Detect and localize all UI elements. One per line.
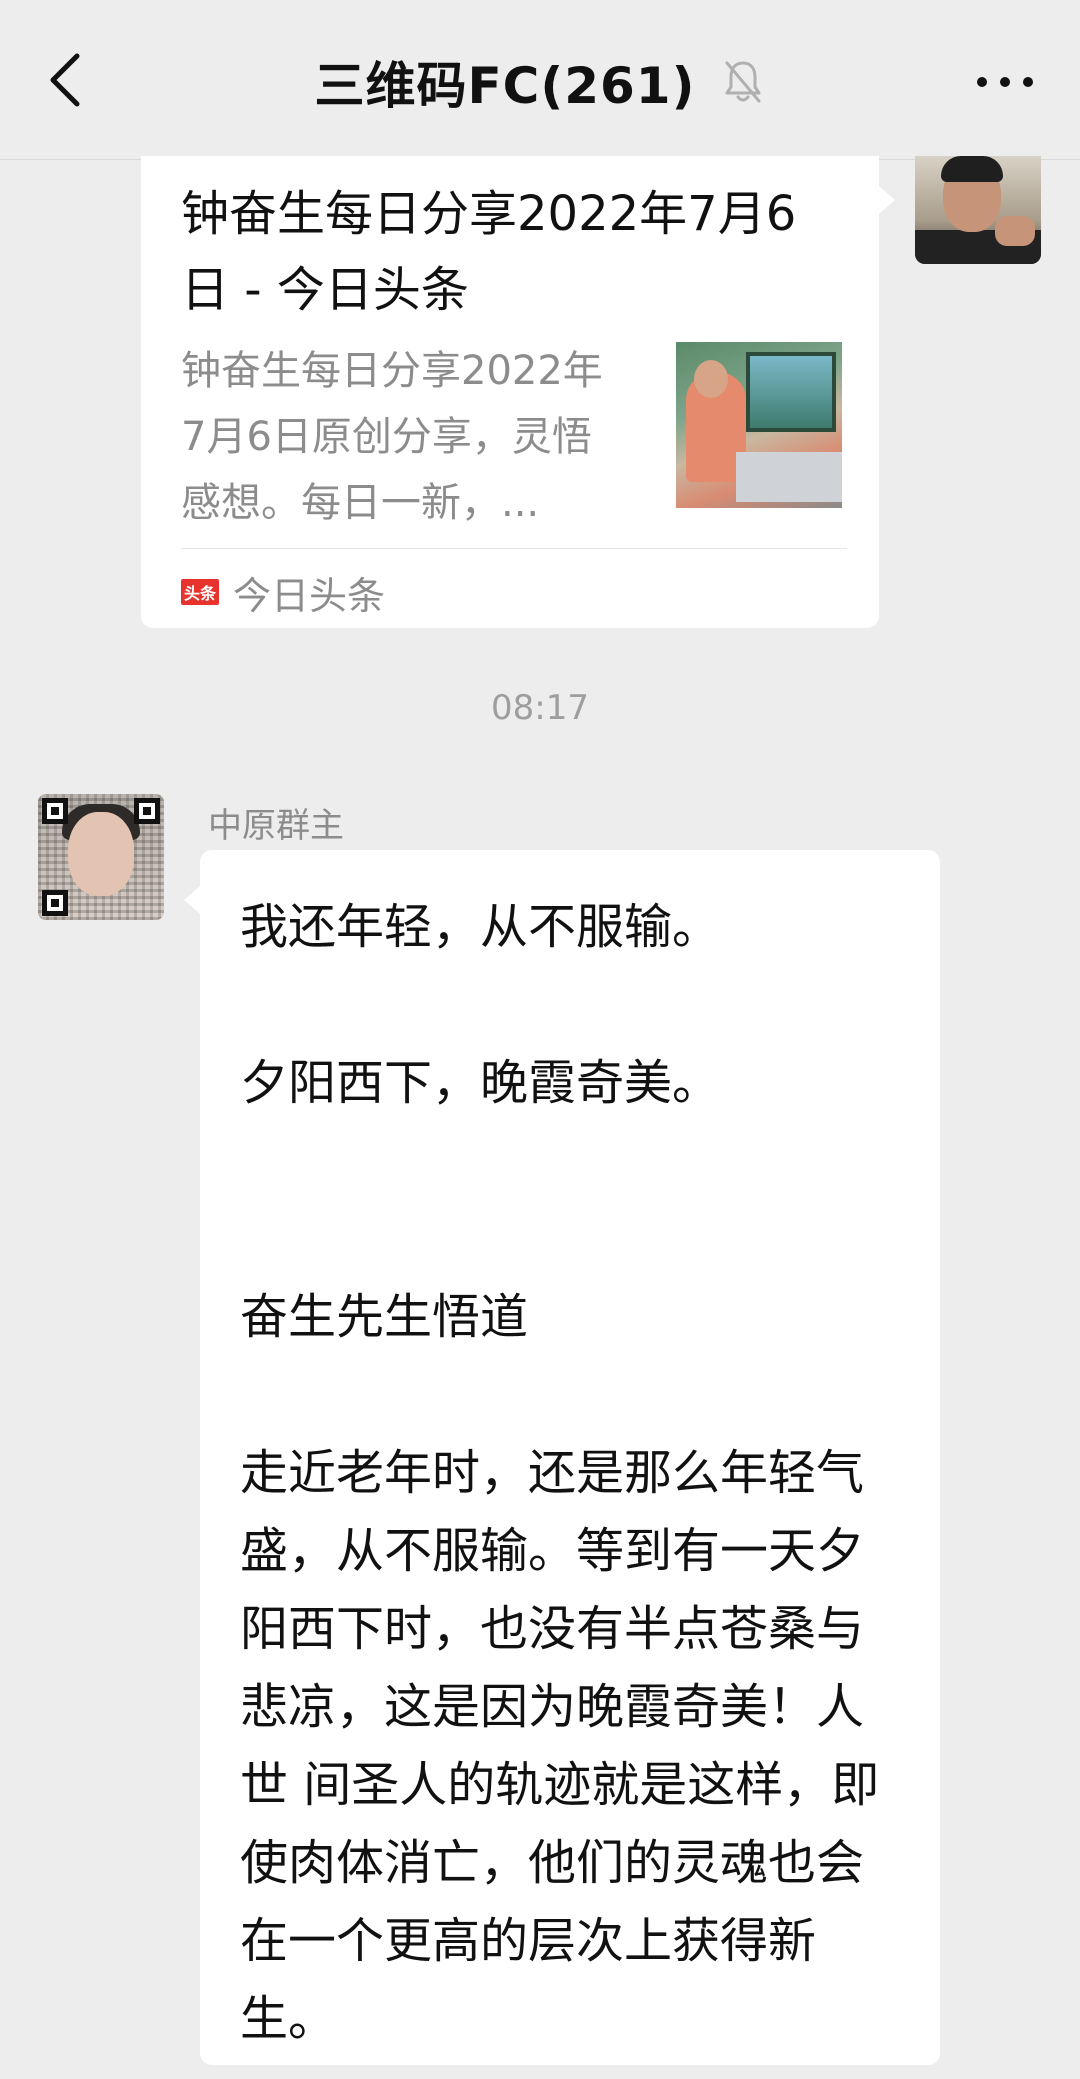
sender-name: 中原群主 — [208, 806, 344, 846]
message-timestamp: 08:17 — [491, 688, 589, 728]
link-card-thumbnail — [676, 342, 842, 508]
link-card-divider — [181, 548, 847, 549]
link-card-source: 头条 今日头条 — [181, 568, 385, 618]
link-card-description: 钟奋生每日分享2022年7月6日原创分享，灵悟感想。每日一新，... — [181, 348, 603, 526]
chat-title: 三维码FC(261) — [314, 57, 696, 115]
toutiao-logo-icon: 头条 — [181, 579, 219, 605]
link-card-title: 钟奋生每日分享2022年7月6日 - 今日头条 — [181, 186, 797, 318]
chat-header: 三维码FC(261) — [0, 0, 1080, 160]
bell-muted-icon — [721, 57, 765, 107]
avatar[interactable] — [915, 156, 1041, 264]
shared-link-card[interactable]: 钟奋生每日分享2022年7月6日 - 今日头条 钟奋生每日分享2022年7月6日… — [141, 156, 895, 628]
message-bubble[interactable]: 我还年轻，从不服输。 夕阳西下，晚霞奇美。 奋生先生悟道 走近老年时，还是那么年… — [184, 850, 940, 2065]
message-text: 我还年轻，从不服输。 夕阳西下，晚霞奇美。 奋生先生悟道 走近老年时，还是那么年… — [240, 899, 880, 2047]
more-button[interactable] — [970, 50, 1040, 114]
more-dots-icon — [977, 77, 1033, 87]
title-container: 三维码FC(261) — [0, 50, 1080, 115]
sender-avatar[interactable] — [38, 794, 164, 920]
link-card-source-name: 今日头条 — [233, 573, 386, 618]
